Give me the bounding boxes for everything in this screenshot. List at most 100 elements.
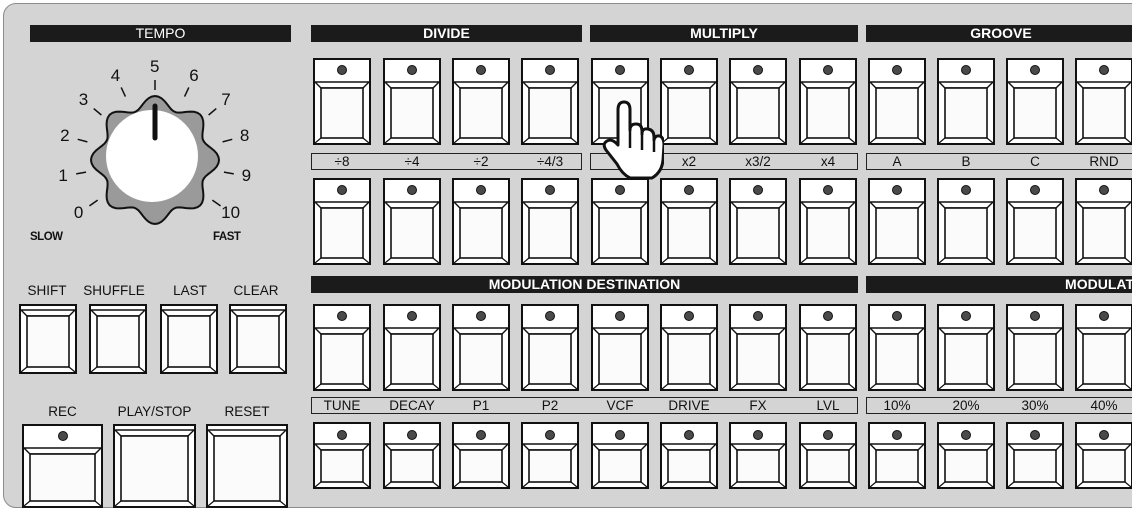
rate-top-pad-10[interactable] <box>937 58 995 145</box>
mod-bottom-pad-7[interactable] <box>729 422 787 489</box>
tempo-knob[interactable] <box>89 94 221 226</box>
led-indicator-icon <box>684 311 694 321</box>
dial-number-4: 4 <box>110 65 121 85</box>
led-indicator-icon <box>1099 311 1109 321</box>
mod-bottom-pad-11[interactable] <box>1006 422 1064 489</box>
led-indicator-icon <box>615 65 625 75</box>
rate-bottom-pad-3[interactable] <box>452 178 510 265</box>
reset-button[interactable] <box>206 424 288 508</box>
mod-label-10: 20% <box>952 398 980 413</box>
rate-bottom-pad-2[interactable] <box>383 178 441 265</box>
rate-top-pad-7[interactable] <box>729 58 787 145</box>
led-indicator-icon <box>476 185 486 195</box>
mod-bottom-pad-10[interactable] <box>937 422 995 489</box>
mod-label-4: P2 <box>541 398 559 413</box>
mod-bottom-pad-8[interactable] <box>799 422 857 489</box>
rate-top-pad-6[interactable] <box>660 58 718 145</box>
mod-top-pad-7[interactable] <box>729 304 787 391</box>
rate-label-11: C <box>1030 154 1040 169</box>
mod-bottom-pad-5[interactable] <box>591 422 649 489</box>
rate-label-4: ÷4/3 <box>536 154 564 169</box>
mod-top-pad-2[interactable] <box>383 304 441 391</box>
led-indicator-icon <box>407 65 417 75</box>
transport-label-shuffle: SHUFFLE <box>83 283 145 298</box>
mod-top-pad-4[interactable] <box>521 304 579 391</box>
mod-bottom-pad-2[interactable] <box>383 422 441 489</box>
transport-label-rec: REC <box>48 404 77 419</box>
mod-bottom-pad-9[interactable] <box>868 422 926 489</box>
rate-top-pad-12[interactable] <box>1075 58 1132 145</box>
mod-bottom-pad-4[interactable] <box>521 422 579 489</box>
rate-label-2: ÷4 <box>404 154 420 169</box>
led-indicator-icon <box>1099 430 1109 440</box>
led-indicator-icon <box>753 311 763 321</box>
rate-top-pad-8[interactable] <box>799 58 857 145</box>
multiply-header: MULTIPLY <box>590 25 858 42</box>
rate-top-pad-11[interactable] <box>1006 58 1064 145</box>
mod-label-9: 10% <box>883 398 911 413</box>
mod-top-pad-8[interactable] <box>799 304 857 391</box>
mod-top-pad-3[interactable] <box>452 304 510 391</box>
led-indicator-icon <box>823 430 833 440</box>
led-indicator-icon <box>476 65 486 75</box>
mod-top-pad-6[interactable] <box>660 304 718 391</box>
groove-header: GROOVE <box>866 25 1132 42</box>
led-indicator-icon <box>1099 185 1109 195</box>
led-indicator-icon <box>545 65 555 75</box>
clear-button[interactable] <box>229 304 287 374</box>
led-indicator-icon <box>615 430 625 440</box>
mod-bottom-pad-1[interactable] <box>313 422 371 489</box>
mod-top-pad-9[interactable] <box>868 304 926 391</box>
modulation-header: MODULAT <box>866 276 1132 293</box>
rate-bottom-pad-4[interactable] <box>521 178 579 265</box>
dial-number-1: 1 <box>58 166 68 186</box>
rate-top-pad-1[interactable] <box>313 58 371 145</box>
led-indicator-icon <box>407 311 417 321</box>
rate-bottom-pad-9[interactable] <box>868 178 926 265</box>
rate-top-pad-4[interactable] <box>521 58 579 145</box>
rate-label-1: ÷8 <box>334 154 350 169</box>
mod-bottom-pad-6[interactable] <box>660 422 718 489</box>
shuffle-button[interactable] <box>89 304 147 374</box>
shift-button[interactable] <box>19 304 77 374</box>
mod-bottom-pad-12[interactable] <box>1075 422 1132 489</box>
led-indicator-icon <box>337 311 347 321</box>
dial-number-10: 10 <box>221 203 241 223</box>
led-indicator-icon <box>684 65 694 75</box>
pointing-hand-icon <box>600 98 666 182</box>
rate-bottom-pad-1[interactable] <box>313 178 371 265</box>
led-indicator-icon <box>1030 65 1040 75</box>
mod-top-pad-10[interactable] <box>937 304 995 391</box>
rate-bottom-pad-5[interactable] <box>591 178 649 265</box>
rate-top-pad-2[interactable] <box>383 58 441 145</box>
slow-label: SLOW <box>30 231 63 243</box>
rate-bottom-pad-6[interactable] <box>660 178 718 265</box>
mod-top-pad-11[interactable] <box>1006 304 1064 391</box>
rate-top-pad-3[interactable] <box>452 58 510 145</box>
rate-bottom-pad-12[interactable] <box>1075 178 1132 265</box>
mod-label-5: VCF <box>606 398 634 413</box>
mod-label-1: TUNE <box>323 398 361 413</box>
mod-top-pad-5[interactable] <box>591 304 649 391</box>
dial-number-2: 2 <box>60 125 70 145</box>
led-indicator-icon <box>545 185 555 195</box>
led-indicator-icon <box>476 311 486 321</box>
rate-bottom-pad-11[interactable] <box>1006 178 1064 265</box>
rate-top-pad-9[interactable] <box>868 58 926 145</box>
rate-bottom-pad-10[interactable] <box>937 178 995 265</box>
last-button[interactable] <box>160 304 218 374</box>
rate-label-8: x4 <box>820 154 836 169</box>
mod-top-pad-1[interactable] <box>313 304 371 391</box>
dial-number-8: 8 <box>239 125 250 145</box>
led-indicator-icon <box>407 185 417 195</box>
rate-label-10: B <box>961 154 971 169</box>
rate-bottom-pad-7[interactable] <box>729 178 787 265</box>
mod-top-pad-12[interactable] <box>1075 304 1132 391</box>
play-stop-button[interactable] <box>113 424 196 508</box>
rec-button[interactable] <box>22 424 103 508</box>
led-indicator-icon <box>337 65 347 75</box>
mod-label-6: DRIVE <box>668 398 710 413</box>
mod-bottom-pad-3[interactable] <box>452 422 510 489</box>
rate-bottom-pad-8[interactable] <box>799 178 857 265</box>
led-indicator-icon <box>753 65 763 75</box>
